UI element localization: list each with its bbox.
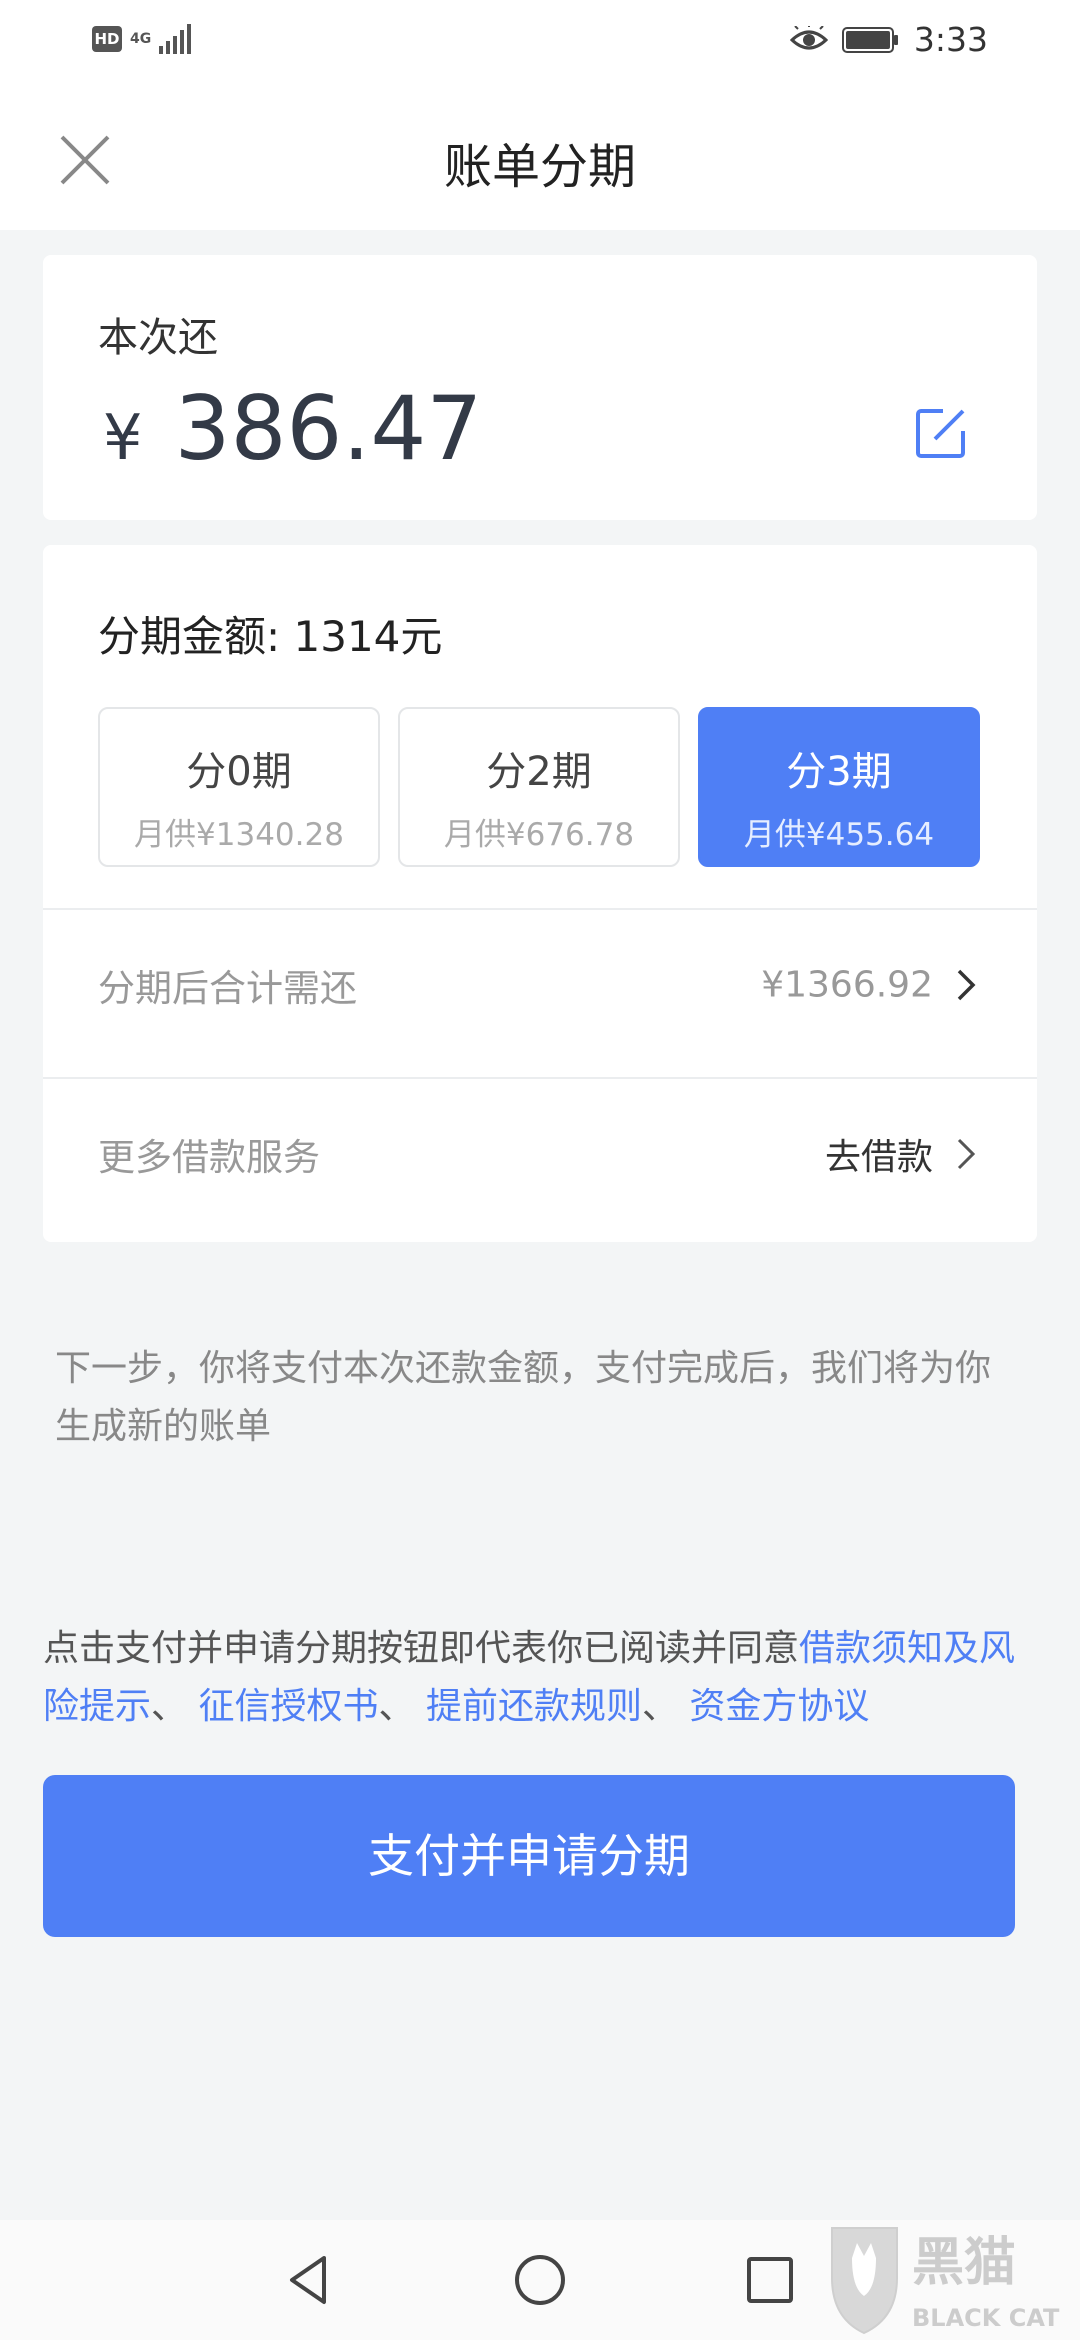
status-right: 3:33 xyxy=(789,20,988,59)
pay-and-apply-button[interactable]: 支付并申请分期 xyxy=(43,1775,1015,1937)
plan-option-title: 分3期 xyxy=(786,749,892,795)
payment-card: 本次还 ¥ 386.47 xyxy=(43,255,1037,520)
chevron-right-icon xyxy=(957,1138,976,1170)
total-repay-row[interactable]: 分期后合计需还 ¥1366.92 xyxy=(43,910,1037,1060)
separator: 、 xyxy=(378,1686,426,1727)
total-repay-value: ¥1366.92 xyxy=(761,964,933,1006)
home-icon[interactable] xyxy=(510,2250,570,2310)
network-type: 4G xyxy=(130,31,152,47)
total-repay-label: 分期后合计需还 xyxy=(98,967,357,1010)
page-title: 账单分期 xyxy=(443,139,636,195)
plan-option-monthly: 月供¥1340.28 xyxy=(134,817,344,853)
plan-option-monthly: 月供¥676.78 xyxy=(443,817,635,853)
installment-card: 分期金额: 1314元 分0期 月供¥1340.28 分2期 月供¥676.78… xyxy=(43,545,1037,1242)
separator: 、 xyxy=(151,1686,199,1727)
edit-icon[interactable] xyxy=(913,405,969,461)
eye-icon xyxy=(789,25,828,49)
next-step-note: 下一步，你将支付本次还款金额，支付完成后，我们将为你生成新的账单 xyxy=(55,1348,992,1447)
battery-icon xyxy=(841,26,898,53)
page-header: 账单分期 xyxy=(0,85,1080,230)
back-icon[interactable] xyxy=(280,2250,340,2310)
payment-amount: ¥ 386.47 xyxy=(103,377,482,480)
plan-option-title: 分2期 xyxy=(486,749,592,795)
link-prepayment-rules[interactable]: 提前还款规则 xyxy=(426,1686,642,1727)
amount-value: 386.47 xyxy=(174,377,483,480)
black-cat-watermark: 黑猫 BLACK CAT xyxy=(831,2227,1060,2335)
more-loan-label: 更多借款服务 xyxy=(98,1136,320,1179)
installment-amount: 分期金额: 1314元 xyxy=(98,612,443,661)
signal-icon xyxy=(159,24,192,54)
plan-option-2[interactable]: 分2期 月供¥676.78 xyxy=(398,707,680,867)
watermark-cn: 黑猫 xyxy=(912,2233,1016,2293)
plan-option-0[interactable]: 分0期 月供¥1340.28 xyxy=(98,707,380,867)
status-left: HD 4G xyxy=(92,24,193,54)
plan-option-monthly: 月供¥455.64 xyxy=(743,817,935,853)
go-borrow-link: 去借款 xyxy=(824,1137,933,1178)
link-funder-agreement[interactable]: 资金方协议 xyxy=(689,1686,869,1727)
clock: 3:33 xyxy=(913,20,988,59)
status-bar: HD 4G 3:33 xyxy=(0,0,1080,85)
recents-icon[interactable] xyxy=(740,2250,800,2310)
more-loan-row[interactable]: 更多借款服务 去借款 xyxy=(43,1079,1037,1229)
plan-options: 分0期 月供¥1340.28 分2期 月供¥676.78 分3期 月供¥455.… xyxy=(98,707,980,867)
plan-option-title: 分0期 xyxy=(186,749,292,795)
hd-badge: HD xyxy=(92,26,122,52)
separator: 、 xyxy=(641,1686,690,1727)
currency-symbol: ¥ xyxy=(103,401,143,474)
chevron-right-icon xyxy=(957,969,976,1001)
link-credit-authorization[interactable]: 征信授权书 xyxy=(198,1686,378,1727)
watermark-en: BLACK CAT xyxy=(912,2304,1060,2332)
plan-option-3[interactable]: 分3期 月供¥455.64 xyxy=(698,707,980,867)
agreement-text: 点击支付并申请分期按钮即代表你已阅读并同意借款须知及风险提示、 征信授权书、 提… xyxy=(43,1620,1043,1736)
payment-label: 本次还 xyxy=(98,315,218,361)
agreement-prefix: 点击支付并申请分期按钮即代表你已阅读并同意 xyxy=(43,1628,800,1669)
